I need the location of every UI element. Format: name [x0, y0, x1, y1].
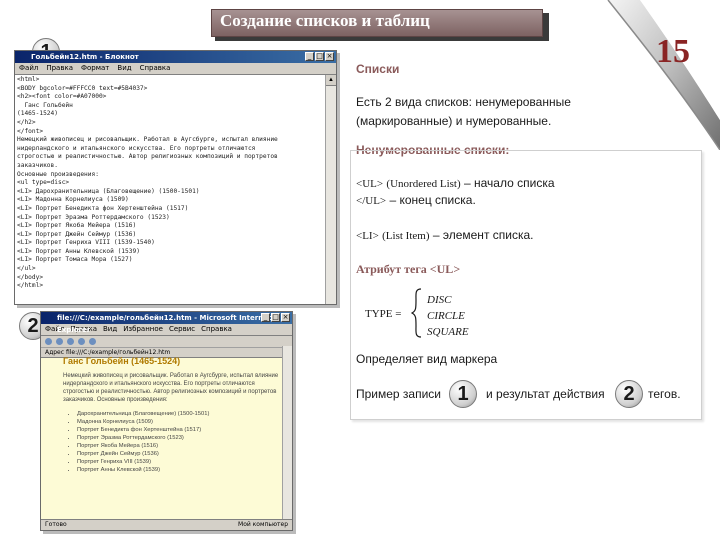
notepad-line: <LI> Портрет Эразма Роттердамского (1523…	[17, 213, 170, 221]
status-zone: Мой компьютер	[238, 521, 288, 528]
example-middle: и результат действия	[486, 387, 605, 401]
inline-badge-one: 1	[449, 380, 477, 408]
menu-help[interactable]: Справка	[140, 63, 171, 74]
list-item: Мадонна Корнелиуса (1509)	[77, 418, 283, 426]
notepad-line: <h2><font color=#A07000>	[17, 93, 107, 101]
notepad-line: (1465-1524)	[17, 110, 58, 118]
browser-statusbar: Готово Мой компьютер	[41, 519, 292, 530]
stop-icon[interactable]	[67, 338, 74, 345]
ul-open-line: <UL> (Unordered List) – начало списка	[356, 176, 555, 190]
browser-page-content: Ганс Гольбейн (1465-1524) Немецкий живоп…	[63, 356, 283, 474]
browser-window: file:///C:/example/гольбейн12.htm - Micr…	[40, 311, 293, 531]
ul-open-term: (Unordered List)	[386, 178, 461, 190]
notepad-line: </font>	[17, 127, 44, 135]
notepad-line: Основные произведения:	[17, 170, 99, 178]
notepad-line: <ul type=disc>	[17, 179, 70, 187]
list-item: Портрет Генриха VIII (1539)	[77, 458, 283, 466]
notepad-line: заказчиков.	[17, 161, 58, 169]
content-box	[350, 150, 702, 420]
page-number: 15	[656, 33, 690, 70]
ul-close-desc: – конец списка.	[389, 193, 476, 207]
menu-favorites[interactable]: Избранное	[123, 324, 163, 335]
notepad-menubar: Файл Правка Формат Вид Справка	[15, 63, 336, 75]
notepad-line: <LI> Портрет Якоба Мейера (1516)	[17, 222, 137, 230]
home-icon[interactable]	[89, 338, 96, 345]
browser-scrollbar[interactable]	[282, 346, 292, 520]
notepad-line: <LI> Дарохранительница (Благовещение) (1…	[17, 187, 200, 195]
type-value-circle: CIRCLE	[427, 310, 465, 322]
minimize-button[interactable]: _	[261, 313, 270, 322]
ul-close-tag: </UL>	[356, 195, 387, 207]
menu-file[interactable]: Файл	[19, 63, 38, 74]
notepad-line: Ганс Гольбейн	[17, 101, 73, 109]
type-value-disc: DISC	[427, 294, 452, 306]
type-value-square: SQUARE	[427, 326, 469, 338]
brace-icon	[411, 288, 422, 338]
close-button[interactable]: ×	[325, 52, 334, 61]
li-tag: <LI>	[356, 230, 379, 242]
menu-view[interactable]: Вид	[103, 324, 117, 335]
li-line: <LI> (List Item) – элемент списка.	[356, 228, 534, 242]
notepad-line: <html>	[17, 76, 40, 83]
list-item: Портрет Якоба Мейера (1516)	[77, 442, 283, 450]
list-item: Дарохранительница (Благовещение) (1500-1…	[77, 410, 283, 418]
li-desc: – элемент списка.	[432, 228, 534, 242]
notepad-line: <BODY bgcolor=#FFFCC0 text=#5B4037>	[17, 84, 148, 92]
refresh-icon[interactable]	[78, 338, 85, 345]
notepad-line: </body>	[17, 273, 44, 281]
notepad-text-area[interactable]: <html> <BODY bgcolor=#FFFCC0 text=#5B4037…	[17, 76, 325, 302]
type-values: DISC CIRCLE SQUARE	[427, 292, 469, 340]
notepad-line: Немецкий живописец и рисовальщик. Работа…	[17, 136, 278, 144]
close-button[interactable]: ×	[281, 313, 290, 322]
page-paragraph: Немецкий живописец и рисовальщик. Работа…	[63, 373, 279, 403]
example-prefix: Пример записи	[356, 387, 442, 401]
attribute-heading: Атрибут тега <UL>	[356, 262, 461, 276]
ul-open-tag: <UL>	[356, 178, 384, 190]
notepad-scrollbar[interactable]: ▲	[325, 75, 336, 304]
type-label: TYPE =	[365, 308, 402, 320]
menu-format[interactable]: Формат	[81, 63, 109, 74]
back-icon[interactable]	[45, 338, 52, 345]
heading-lists: Списки	[356, 62, 400, 76]
notepad-line: <LI> Портрет Генриха VIII (1539-1540)	[17, 239, 155, 247]
notepad-line: </ul>	[17, 265, 36, 273]
notepad-window: Гольбейн12.htm - Блокнот _ □ × Файл Прав…	[14, 50, 337, 305]
status-ready: Готово	[45, 521, 67, 528]
menu-view[interactable]: Вид	[117, 63, 131, 74]
notepad-title: Гольбейн12.htm - Блокнот	[31, 53, 139, 61]
ul-open-desc: – начало списка	[464, 176, 555, 190]
ul-close-line: </UL> – конец списка.	[356, 193, 476, 207]
maximize-button[interactable]: □	[271, 313, 280, 322]
notepad-line: <LI> Портрет Анны Клевской (1539)	[17, 247, 140, 255]
slide-title: Создание списков и таблиц	[220, 11, 430, 30]
notepad-line: строгостью и реалистичностью. Автор рели…	[17, 153, 278, 161]
notepad-line: <LI> Портрет Джейн Сеймур (1536)	[17, 230, 137, 238]
maximize-button[interactable]: □	[315, 52, 324, 61]
notepad-titlebar: Гольбейн12.htm - Блокнот _ □ ×	[15, 51, 336, 63]
notepad-line: <LI> Портрет Бенедикта фон Хертенштейна …	[17, 204, 189, 212]
page-list: Дарохранительница (Благовещение) (1500-1…	[77, 410, 283, 474]
list-item: Портрет Анны Клевской (1539)	[77, 466, 283, 474]
list-item: Портрет Эразма Роттердамского (1523)	[77, 434, 283, 442]
inline-badge-two: 2	[615, 380, 643, 408]
browser-titlebar: file:///C:/example/гольбейн12.htm - Micr…	[41, 312, 292, 334]
scroll-up-icon[interactable]: ▲	[326, 75, 336, 86]
li-term: (List Item)	[382, 230, 430, 242]
notepad-line: <LI> Портрет Томаса Мора (1527)	[17, 256, 133, 264]
menu-tools[interactable]: Сервис	[169, 324, 195, 335]
list-item: Портрет Джейн Сеймур (1536)	[77, 450, 283, 458]
example-suffix: тегов.	[648, 387, 681, 401]
browser-toolbar	[41, 336, 292, 348]
minimize-button[interactable]: _	[305, 52, 314, 61]
notepad-line: </h2>	[17, 118, 36, 126]
menu-help[interactable]: Справка	[201, 324, 232, 335]
intro-text: Есть 2 вида списков: ненумерованные (мар…	[356, 95, 571, 128]
notepad-line: <LI> Мадонна Корнелиуса (1509)	[17, 196, 129, 204]
page-heading: Ганс Гольбейн (1465-1524)	[63, 356, 181, 366]
forward-icon[interactable]	[56, 338, 63, 345]
notepad-line: </html>	[17, 282, 44, 290]
marker-text: Определяет вид маркера	[356, 352, 498, 366]
menu-edit[interactable]: Правка	[46, 63, 73, 74]
list-item: Портрет Бенедикта фон Хертенштейна (1517…	[77, 426, 283, 434]
